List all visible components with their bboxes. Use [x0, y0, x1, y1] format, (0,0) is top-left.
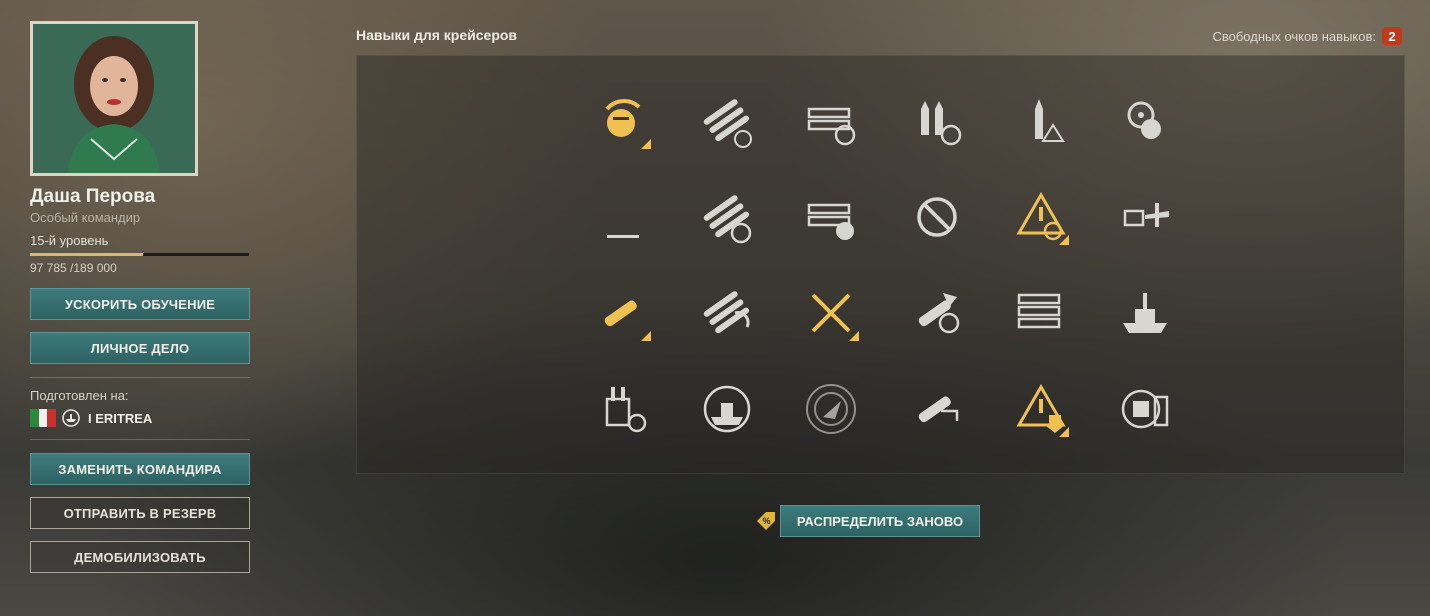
- skill-consumable-reload[interactable]: [801, 91, 861, 151]
- skill-he-fire[interactable]: [593, 283, 653, 343]
- redistribute-button[interactable]: РАСПРЕДЕЛИТЬ ЗАНОВО: [780, 505, 980, 537]
- demolition-icon: [918, 293, 960, 334]
- replace-commander-button[interactable]: ЗАМЕНИТЬ КОМАНДИРА: [30, 453, 250, 485]
- personal-file-button[interactable]: ЛИЧНОЕ ДЕЛО: [30, 332, 250, 364]
- secondary-turret-icon: [1121, 389, 1169, 429]
- torpedo-fire-icon: [703, 291, 750, 334]
- ap-shells-reload-icon: [921, 101, 962, 146]
- aa-aircraft-icon: [1123, 203, 1169, 227]
- skill-fire-shield[interactable]: [907, 379, 967, 439]
- free-skill-points: Свободных очков навыков: 2: [1212, 27, 1402, 45]
- free-points-label: Свободных очков навыков:: [1212, 28, 1376, 44]
- skill-turret-reload[interactable]: [593, 379, 653, 439]
- send-to-reserve-button[interactable]: ОТПРАВИТЬ В РЕЗЕРВ: [30, 497, 250, 529]
- commander-level: 15-й уровень: [30, 233, 109, 248]
- skill-shell-warning[interactable]: [1011, 91, 1071, 151]
- priority-target-icon: [1016, 192, 1069, 245]
- skill-crossed-swords[interactable]: [801, 283, 861, 343]
- turret-reload-icon: [605, 387, 647, 433]
- cruiser-class-icon: [62, 409, 80, 427]
- skill-extra-consumables[interactable]: [1011, 283, 1071, 343]
- torpedo-reload-icon: [703, 195, 752, 244]
- free-points-badge: 2: [1382, 27, 1402, 45]
- skill-ap-shells-reload[interactable]: [907, 91, 967, 151]
- skills-title: Навыки для крейсеров: [356, 27, 518, 43]
- extra-consumables-icon: [1017, 293, 1061, 329]
- he-fire-icon: [604, 300, 651, 341]
- skill-no-entry[interactable]: [907, 187, 967, 247]
- ship-hull-icon: [1123, 293, 1167, 333]
- skill-ship-hull[interactable]: [1115, 283, 1175, 343]
- main-battery-reload-icon: [703, 99, 752, 148]
- skill-secondary-turret[interactable]: [1115, 379, 1175, 439]
- engine-propeller-icon: [1127, 101, 1161, 139]
- skill-engine-propeller[interactable]: [1115, 91, 1175, 151]
- skill-priority-target[interactable]: [1011, 187, 1071, 247]
- skills-grid: [356, 55, 1405, 474]
- ship-radar-icon: [703, 385, 751, 433]
- svg-text:%: %: [762, 516, 770, 526]
- skill-fire[interactable]: [593, 187, 653, 247]
- skill-radar-compass[interactable]: [801, 379, 861, 439]
- skill-aa-aircraft[interactable]: [1115, 187, 1175, 247]
- skill-consumable-timer[interactable]: [801, 187, 861, 247]
- consumable-timer-icon: [807, 203, 854, 240]
- skill-demolition[interactable]: [907, 283, 967, 343]
- accelerate-training-button[interactable]: УСКОРИТЬ ОБУЧЕНИЕ: [30, 288, 250, 320]
- commander-name: Даша Перова: [30, 186, 156, 207]
- ship-name: I ERITREA: [88, 410, 153, 426]
- crossed-swords-icon: [811, 293, 859, 341]
- divider: [30, 439, 250, 440]
- no-entry-icon: [917, 197, 957, 237]
- trained-ship: I ERITREA: [30, 409, 152, 427]
- skill-torpedo-fire[interactable]: [697, 283, 757, 343]
- skill-main-battery-reload[interactable]: [697, 91, 757, 151]
- discount-tag-icon: %: [757, 512, 775, 530]
- skill-gun-feeder[interactable]: [593, 91, 653, 151]
- commander-portrait: [30, 21, 198, 176]
- radar-compass-icon: [806, 384, 856, 434]
- xp-progress-bar: [30, 253, 249, 256]
- skill-warning-down[interactable]: [1011, 379, 1071, 439]
- fire-icon: [607, 235, 639, 238]
- divider: [30, 377, 250, 378]
- warning-down-icon: [1016, 384, 1069, 437]
- fire-shield-icon: [918, 396, 959, 423]
- demobilize-button[interactable]: ДЕМОБИЛИЗОВАТЬ: [30, 541, 250, 573]
- trained-on-label: Подготовлен на:: [30, 388, 129, 403]
- xp-progress-fill: [30, 253, 144, 256]
- consumable-reload-icon: [807, 107, 856, 146]
- gun-feeder-icon: [605, 99, 651, 149]
- skill-ship-radar[interactable]: [697, 379, 757, 439]
- shell-warning-icon: [1035, 99, 1065, 142]
- commander-subtitle: Особый командир: [30, 210, 141, 225]
- skill-torpedo-reload[interactable]: [697, 187, 757, 247]
- xp-value: 97 785 /189 000: [30, 261, 117, 275]
- italy-flag-icon: [30, 409, 57, 427]
